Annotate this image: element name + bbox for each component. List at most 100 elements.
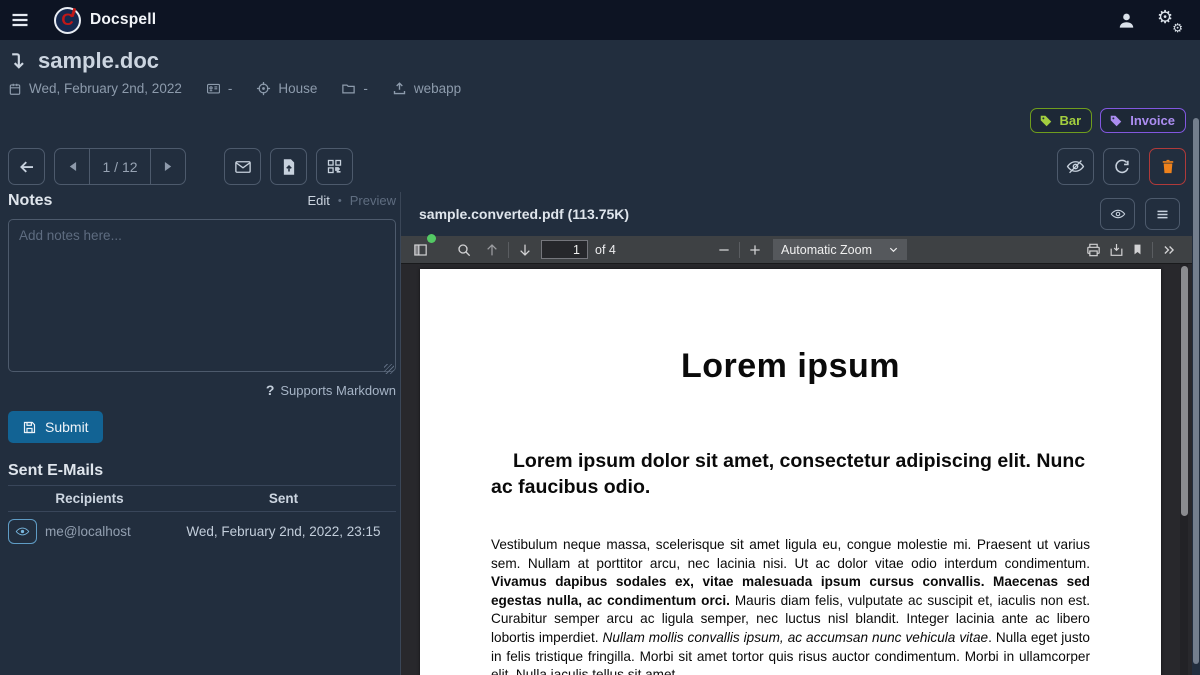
crosshairs-icon [256, 81, 271, 96]
caret-left-icon [68, 161, 77, 172]
add-files-button[interactable] [270, 148, 307, 185]
eye-icon [1110, 206, 1126, 222]
attachment-panel: sample.converted.pdf (113.75K) [400, 192, 1192, 675]
delete-button[interactable] [1149, 148, 1186, 185]
zoom-in-button[interactable] [745, 238, 765, 262]
minus-icon [717, 243, 731, 257]
tag-label: Invoice [1130, 113, 1175, 128]
unconfirm-button[interactable] [1057, 148, 1094, 185]
rotate-right-icon [1113, 158, 1131, 176]
print-button[interactable] [1082, 238, 1105, 262]
brand[interactable]: C Docspell [54, 7, 156, 34]
notes-preview-link[interactable]: Preview [350, 193, 396, 208]
plus-icon [748, 243, 762, 257]
markdown-hint[interactable]: ? Supports Markdown [8, 382, 396, 398]
sent-emails-table: Recipients Sent me@localhost Wed, Februa… [8, 485, 396, 551]
tag-icon [1039, 114, 1053, 128]
notes-heading: Notes [8, 192, 52, 210]
submit-notes-button[interactable]: Submit [8, 411, 103, 443]
submit-label: Submit [45, 419, 89, 435]
pdf-scrollbar[interactable] [1180, 264, 1188, 675]
pdf-doc-title: Lorem ipsum [491, 347, 1090, 386]
page-number-input[interactable] [541, 240, 588, 259]
bookmark-button[interactable] [1128, 238, 1147, 262]
bookmark-icon [1131, 242, 1144, 257]
document-title: sample.doc [38, 48, 159, 74]
tags-row: Bar Invoice [1030, 108, 1186, 133]
zoom-mode-value: Automatic Zoom [781, 243, 872, 257]
pdf-doc-subtitle: Lorem ipsum dolor sit amet, consectetur … [491, 448, 1090, 500]
window-scrollbar-thumb[interactable] [1193, 118, 1199, 664]
zoom-mode-select[interactable]: Automatic Zoom [773, 239, 907, 260]
tag-label: Bar [1060, 113, 1082, 128]
column-sent: Sent [171, 486, 396, 512]
save-icon [22, 420, 37, 435]
topbar: C Docspell ⚙⚙ [0, 0, 1200, 40]
window-scrollbar[interactable] [1192, 40, 1200, 675]
tag-bar[interactable]: Bar [1030, 108, 1093, 133]
attachment-pager: 1 / 12 [54, 148, 186, 185]
dot-separator: • [338, 195, 342, 207]
trash-icon [1160, 158, 1176, 175]
document-header: sample.doc [8, 48, 159, 74]
correspondent: House [278, 81, 317, 96]
sidebar-toggle-button[interactable] [409, 238, 432, 262]
pdfjs-toolbar: of 4 Automatic Zoom [401, 236, 1192, 264]
tag-invoice[interactable]: Invoice [1100, 108, 1186, 133]
find-button[interactable] [453, 238, 475, 262]
search-icon [456, 242, 472, 258]
attachment-file-label: sample.converted.pdf (113.75K) [419, 206, 629, 222]
zoom-out-button[interactable] [714, 238, 734, 262]
attachment-header: sample.converted.pdf (113.75K) [401, 192, 1192, 236]
sidebar-notification-dot [427, 234, 436, 243]
chevron-down-icon [888, 244, 899, 255]
prev-page-button[interactable] [55, 149, 89, 184]
tag-icon [1109, 114, 1123, 128]
settings-button[interactable]: ⚙⚙ [1152, 2, 1188, 38]
recipients-value: me@localhost [45, 524, 131, 539]
cogs-icon: ⚙⚙ [1159, 10, 1181, 30]
view-mail-button[interactable] [8, 519, 37, 544]
page-indicator: 1 / 12 [89, 149, 151, 184]
pdf-viewer[interactable]: Lorem ipsum Lorem ipsum dolor sit amet, … [401, 264, 1192, 675]
reprocess-button[interactable] [1103, 148, 1140, 185]
download-button[interactable] [1105, 238, 1128, 262]
eye-icon [15, 524, 30, 539]
back-button[interactable] [8, 148, 45, 185]
show-qr-button[interactable] [316, 148, 353, 185]
toggle-preview-button[interactable] [1100, 198, 1135, 230]
calendar-icon [8, 82, 22, 96]
column-recipients: Recipients [8, 486, 171, 512]
arrow-down-icon [517, 242, 533, 258]
item-toolbar: 1 / 12 [8, 148, 1186, 185]
pdf-scrollbar-thumb[interactable] [1181, 266, 1188, 516]
upload-icon [392, 81, 407, 96]
user-menu-button[interactable] [1108, 2, 1144, 38]
printer-icon [1085, 242, 1102, 258]
bars-icon [1155, 207, 1170, 222]
envelope-icon [234, 158, 252, 176]
previous-page-button[interactable] [481, 238, 503, 262]
attachment-menu-button[interactable] [1145, 198, 1180, 230]
notes-edit-link[interactable]: Edit [307, 193, 329, 208]
document-date: Wed, February 2nd, 2022 [29, 81, 182, 96]
notes-panel: Notes Edit • Preview ? Supports Markdown… [8, 192, 396, 551]
arrow-turn-down-icon [8, 51, 28, 71]
id-card-icon [206, 81, 221, 96]
send-mail-button[interactable] [224, 148, 261, 185]
folder-icon [341, 81, 356, 96]
pdf-doc-paragraph: Vestibulum neque massa, scelerisque sit … [491, 536, 1090, 675]
next-page-button[interactable] [151, 149, 185, 184]
page-count-label: of 4 [595, 243, 616, 257]
menu-button[interactable] [0, 0, 40, 40]
user-icon [1117, 11, 1136, 30]
notes-input[interactable] [8, 219, 396, 372]
pdf-page: Lorem ipsum Lorem ipsum dolor sit amet, … [420, 269, 1161, 675]
next-page-button[interactable] [514, 238, 536, 262]
docspell-logo-icon: C [54, 7, 81, 34]
more-tools-button[interactable] [1158, 238, 1180, 262]
document-meta: Wed, February 2nd, 2022 - House - webapp [8, 81, 461, 96]
markdown-hint-label: Supports Markdown [280, 383, 396, 398]
sent-emails-heading: Sent E-Mails [8, 462, 396, 480]
app-name: Docspell [90, 11, 156, 29]
